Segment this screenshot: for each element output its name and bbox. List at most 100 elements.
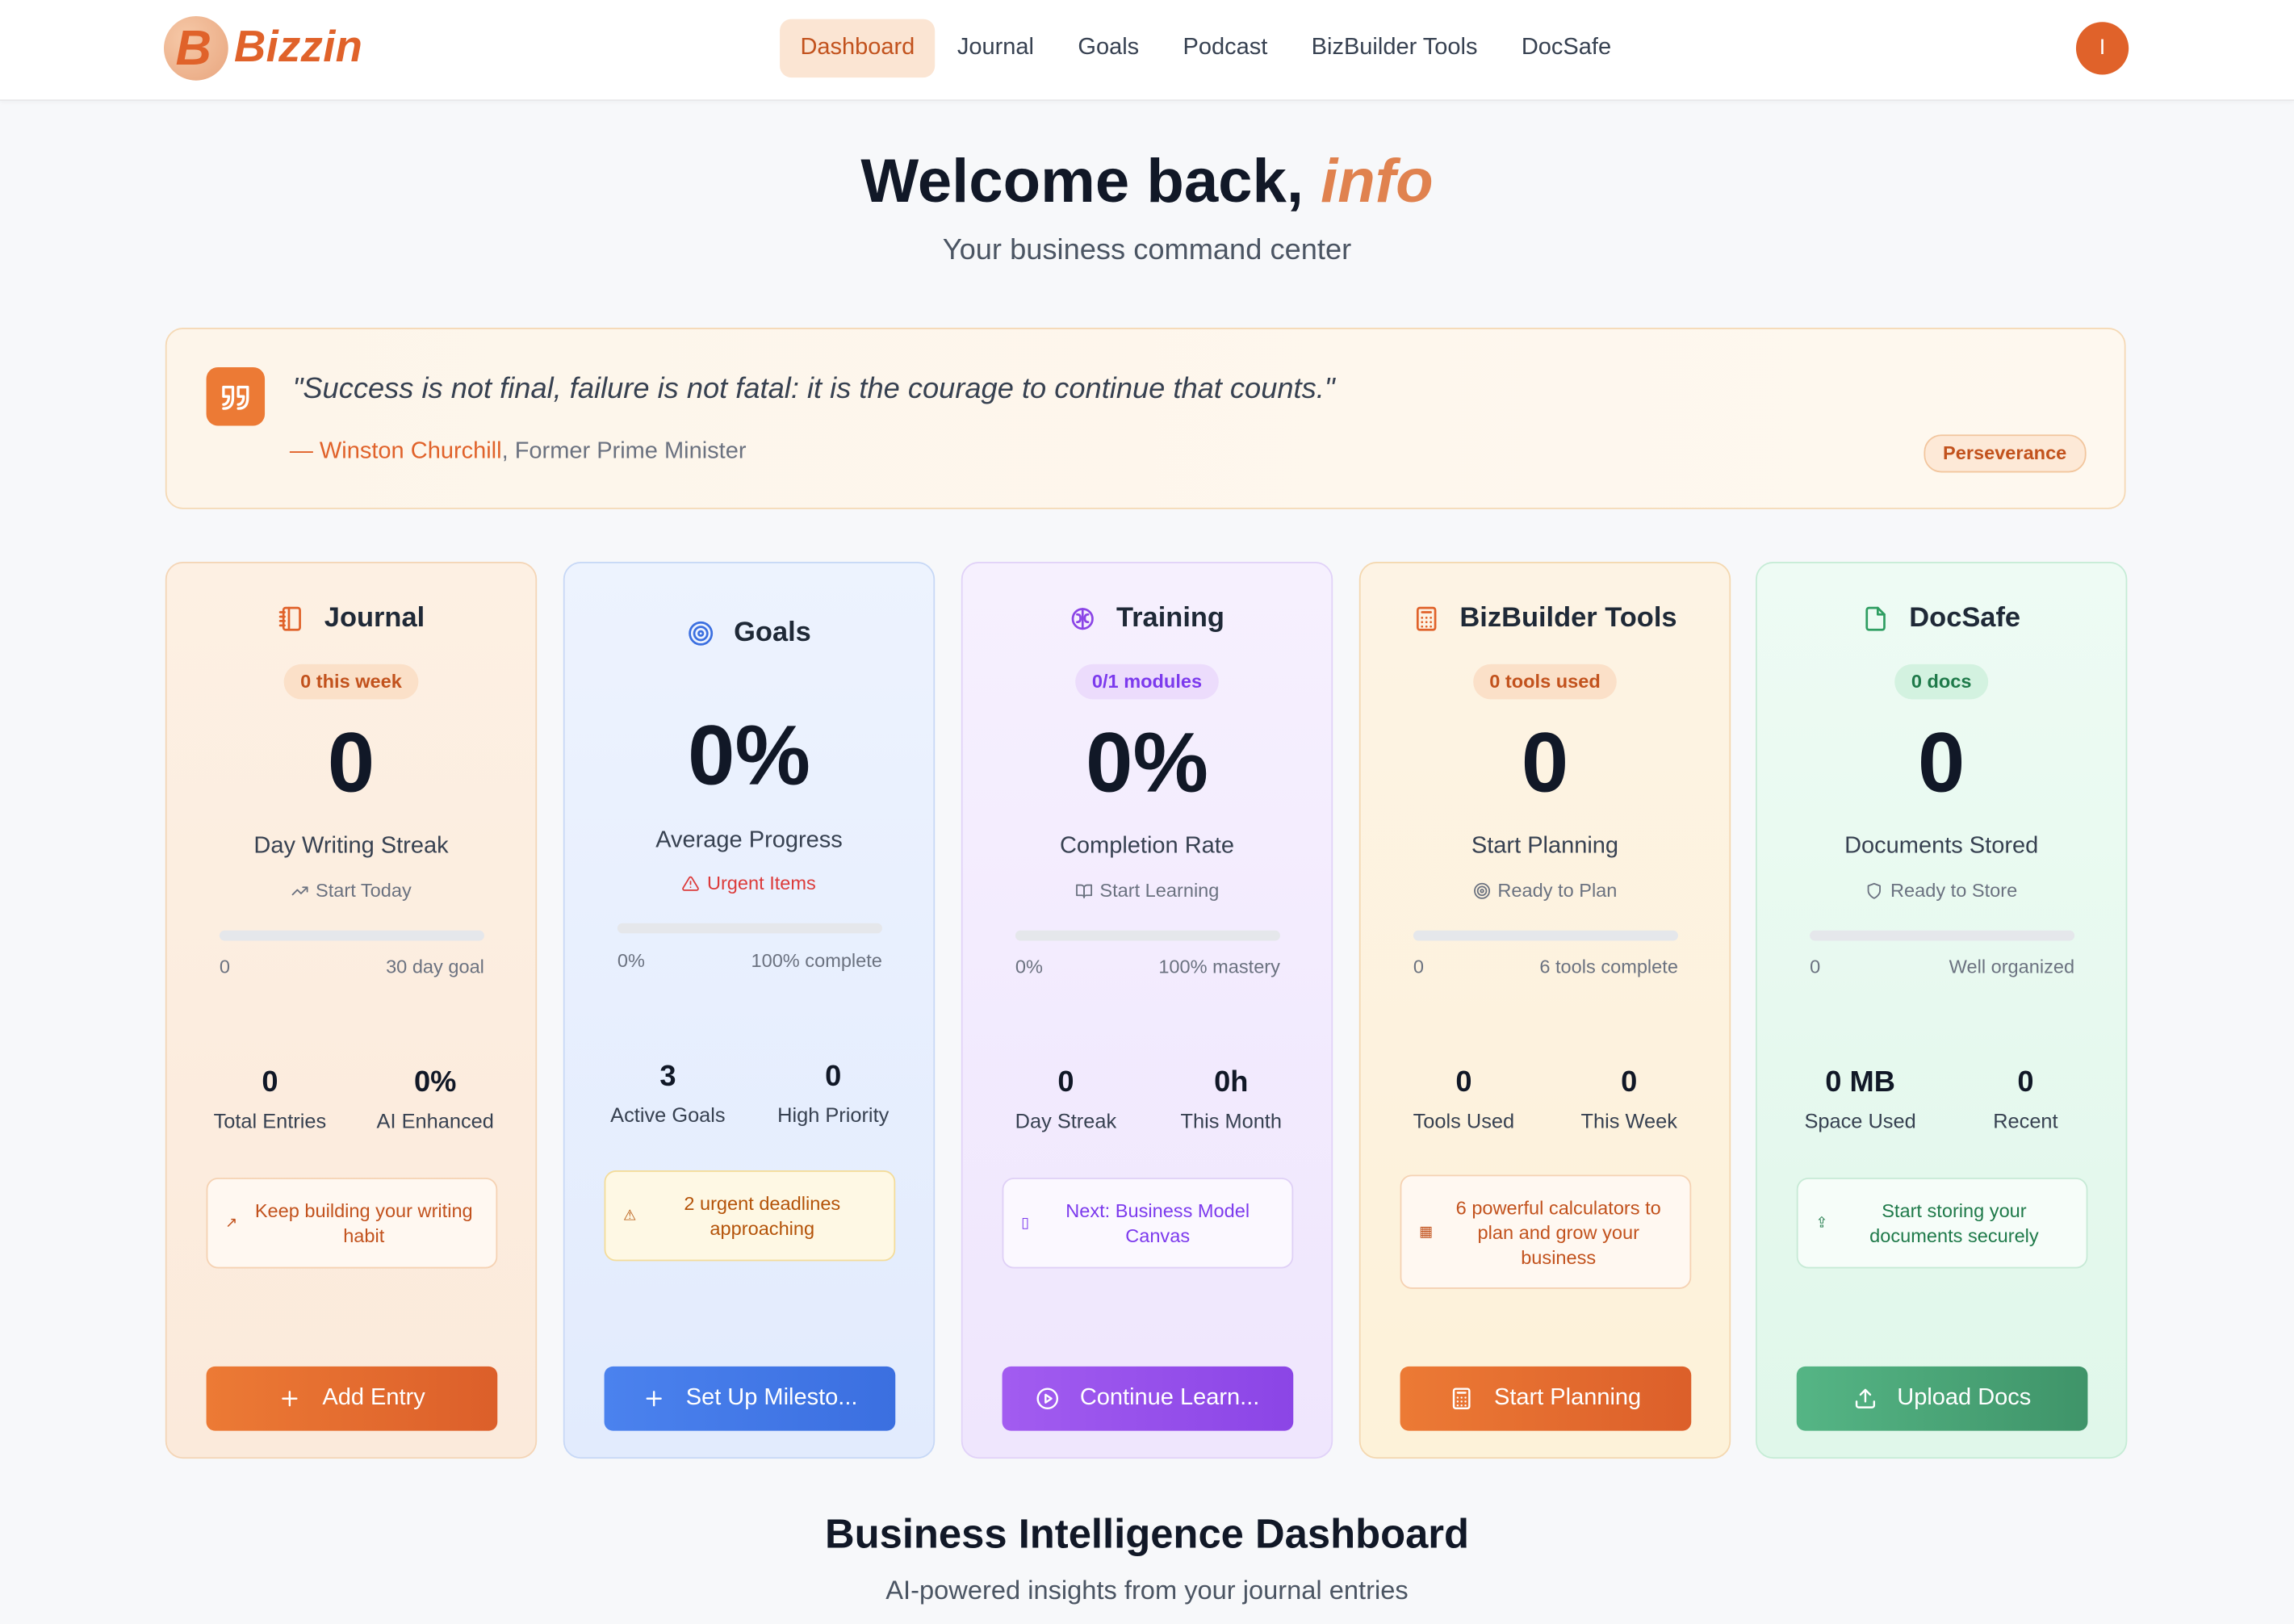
card-header: DocSafe: [1757, 603, 2126, 635]
add-entry-button[interactable]: Add Entry: [206, 1366, 498, 1431]
range-start: 0: [1413, 955, 1424, 977]
card-header: BizBuilder Tools: [1361, 603, 1730, 635]
metric-label: Documents Stored: [1844, 834, 2039, 859]
nav-item-bizbuilder-tools[interactable]: BizBuilder Tools: [1289, 19, 1499, 78]
welcome-subtitle: Your business command center: [942, 234, 1352, 266]
card-header: Training: [963, 603, 1332, 635]
stat-ai-enhanced: 0% AI Enhanced: [353, 1066, 518, 1132]
stat-label: This Week: [1580, 1108, 1677, 1132]
sublabel-text: Ready to Plan: [1497, 879, 1618, 902]
metric-value: 0%: [688, 708, 810, 804]
card-stats: 0 Day Streak 0h This Month: [983, 1066, 1314, 1132]
play-circle-icon: [1036, 1388, 1059, 1410]
start-planning-button[interactable]: Start Planning: [1400, 1366, 1692, 1431]
quote-text: "Success is not final, failure is not fa…: [292, 373, 1335, 406]
card-title: Training: [1116, 602, 1224, 634]
button-label: Continue Learn...: [1079, 1385, 1260, 1411]
badge-text: 0 tools used: [1473, 663, 1617, 700]
daily-quote-card: "Success is not final, failure is not fa…: [165, 328, 2126, 509]
brand-logo[interactable]: B Bizzin: [164, 15, 362, 82]
stat-space-used: 0 MB Space Used: [1777, 1066, 1943, 1132]
card-title: BizBuilder Tools: [1459, 602, 1677, 634]
progress-bar: [1810, 930, 2075, 941]
stat-value: 0: [262, 1066, 278, 1099]
range-start: 0: [219, 955, 230, 977]
alert-triangle-icon: ⚠: [623, 1208, 637, 1224]
card-badge: 0 tools used: [1361, 663, 1730, 700]
sublabel-text: Start Today: [316, 879, 412, 902]
stat-label: This Month: [1180, 1108, 1282, 1132]
badge-text: 0/1 modules: [1075, 663, 1219, 700]
quote-attribution: — Winston Churchill, Former Prime Minist…: [290, 439, 747, 466]
continue-learning-button[interactable]: Continue Learn...: [1002, 1366, 1294, 1431]
stat-value: 0: [825, 1061, 842, 1093]
progress-bar: [1413, 930, 1678, 941]
target-icon: [1473, 881, 1490, 898]
range-end: 30 day goal: [386, 955, 484, 977]
logo-mark-icon: B: [164, 15, 228, 81]
stat-value: 0%: [414, 1066, 457, 1099]
sublabel-text: Urgent Items: [706, 872, 816, 894]
card-header: Goals: [565, 617, 934, 650]
quote-category-badge: Perseverance: [1924, 434, 2086, 473]
nav-item-goals[interactable]: Goals: [1056, 19, 1161, 78]
range-end: 100% complete: [751, 949, 882, 972]
training-card: Training 0/1 modules 0% Completion Rate …: [961, 562, 1333, 1459]
badge-text: 0 this week: [284, 663, 418, 700]
metric-sublabel: Ready to Plan: [1361, 879, 1730, 902]
metric-value: 0: [327, 715, 375, 811]
nav-item-dashboard[interactable]: Dashboard: [780, 19, 936, 78]
journal-card: Journal 0 this week 0 Day Writing Streak…: [165, 562, 538, 1459]
notice-text: 6 powerful calculators to plan and grow …: [1455, 1195, 1661, 1268]
storage-notice: ⇪ Start storing your documents securely: [1796, 1178, 2088, 1269]
stat-label: Space Used: [1804, 1108, 1916, 1132]
stat-value: 3: [659, 1061, 676, 1093]
stat-label: AI Enhanced: [376, 1108, 494, 1132]
progress-range: 0 Well organized: [1810, 956, 2074, 977]
metric-label: Day Writing Streak: [253, 834, 449, 859]
stat-value: 0: [1057, 1066, 1074, 1099]
card-title: Journal: [324, 602, 425, 634]
metric-sublabel: Start Today: [167, 879, 536, 902]
nav-item-docsafe[interactable]: DocSafe: [1500, 19, 1634, 78]
brain-icon: [1071, 608, 1094, 630]
bizbuilder-tools-card: BizBuilder Tools 0 tools used 0 Start Pl…: [1358, 562, 1731, 1459]
card-stats: 0 Tools Used 0 This Week: [1381, 1066, 1712, 1132]
card-badge: 0 docs: [1757, 663, 2126, 700]
stat-active-goals: 3 Active Goals: [585, 1061, 751, 1127]
upload-icon: [1855, 1388, 1875, 1408]
quote-author: — Winston Churchill: [289, 438, 502, 464]
stat-tools-used: 0 Tools Used: [1381, 1066, 1547, 1132]
button-label: Add Entry: [322, 1385, 425, 1411]
nav-item-podcast[interactable]: Podcast: [1161, 19, 1289, 78]
progress-bar: [617, 923, 882, 934]
progress-bar: [1015, 930, 1280, 941]
card-badge: 0 this week: [167, 663, 536, 700]
alert-triangle-icon: [682, 875, 700, 890]
card-stats: 0 MB Space Used 0 Recent: [1777, 1066, 2108, 1132]
notice-text: 2 urgent deadlines approaching: [684, 1192, 841, 1240]
progress-bar: [219, 930, 484, 941]
progress-range: 0% 100% mastery: [1015, 956, 1280, 977]
badge-text: 0 docs: [1894, 663, 1988, 700]
button-label: Upload Docs: [1897, 1385, 2032, 1411]
stat-recent: 0 Recent: [1943, 1066, 2108, 1132]
metric-label: Start Planning: [1471, 834, 1619, 859]
shield-icon: [1867, 881, 1882, 898]
metric-sublabel: Start Learning: [963, 879, 1332, 902]
range-end: 100% mastery: [1158, 955, 1280, 977]
book-open-icon: [1075, 883, 1092, 898]
stat-high-priority: 0 High Priority: [751, 1061, 916, 1127]
nav-item-journal[interactable]: Journal: [936, 19, 1057, 78]
upload-docs-button[interactable]: Upload Docs: [1796, 1366, 2088, 1431]
tip-text: Keep building your writing habit: [254, 1199, 473, 1247]
metric-value: 0%: [1086, 715, 1208, 811]
stat-label: Active Goals: [610, 1103, 726, 1127]
journal-tip: ↗ Keep building your writing habit: [206, 1178, 498, 1269]
welcome-prefix: Welcome back,: [860, 146, 1321, 216]
range-end: Well organized: [1949, 955, 2075, 977]
trending-up-icon: [291, 885, 308, 895]
user-avatar[interactable]: I: [2075, 22, 2129, 75]
welcome-heading: Welcome back, info: [0, 146, 2294, 216]
set-up-milestones-button[interactable]: Set Up Milesto...: [604, 1366, 896, 1431]
